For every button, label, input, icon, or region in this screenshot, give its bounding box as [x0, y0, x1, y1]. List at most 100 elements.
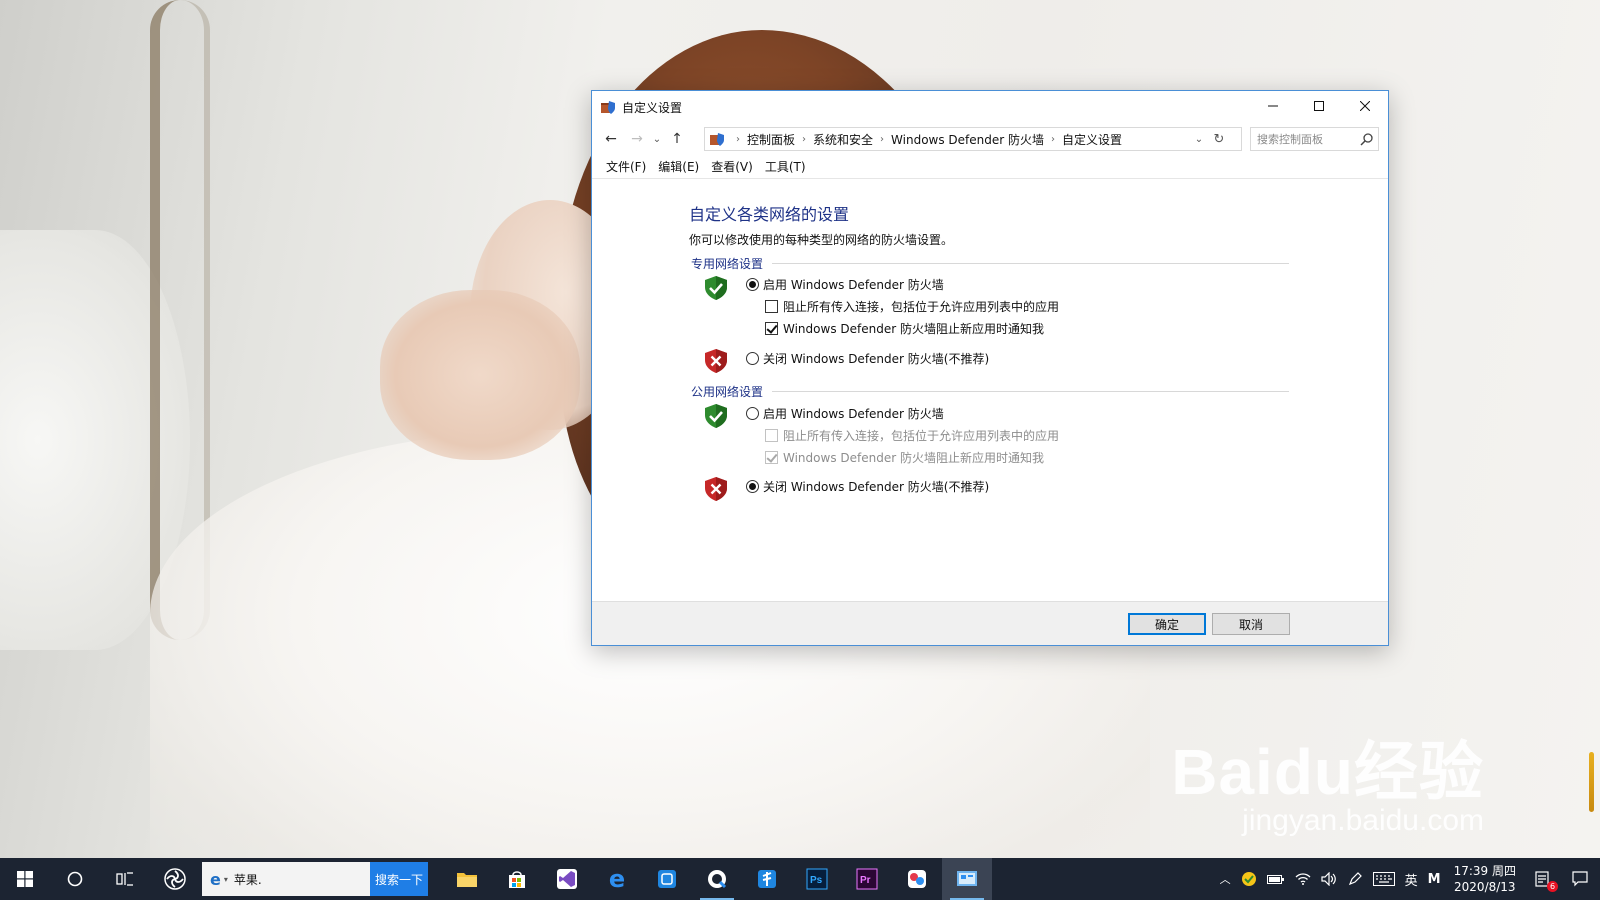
private-notify-checkbox[interactable]: Windows Defender 防火墙阻止新应用时通知我 — [765, 320, 1044, 337]
touch-keyboard-button[interactable] — [1368, 858, 1400, 900]
taskbar-control-panel[interactable] — [942, 858, 992, 900]
start-button[interactable] — [0, 858, 50, 900]
public-notify-checkbox: Windows Defender 防火墙阻止新应用时通知我 — [765, 449, 1044, 466]
store-bag-icon — [509, 871, 525, 888]
pinned-app-button[interactable] — [150, 858, 200, 900]
divider — [772, 263, 1289, 264]
chevron-right-icon[interactable]: › — [1051, 134, 1055, 145]
radio-button[interactable] — [746, 278, 759, 291]
private-enable-label: 启用 Windows Defender 防火墙 — [763, 278, 944, 292]
address-toolbar: ← → ⌄ ↑ › 控制面板 › 系统和安全 › Windows Defende… — [592, 123, 1388, 155]
cancel-button[interactable]: 取消 — [1212, 613, 1290, 635]
taskbar-search-box[interactable]: e ▾ 苹果. — [202, 862, 370, 896]
show-hidden-icons-button[interactable]: ︿ — [1215, 858, 1236, 900]
wifi-icon — [1295, 873, 1311, 885]
radio-button[interactable] — [746, 480, 759, 493]
taskbar-app-6[interactable] — [692, 858, 742, 900]
private-disable-radio[interactable]: 关闭 Windows Defender 防火墙(不推荐) — [746, 350, 989, 367]
menu-tools[interactable]: 工具(T) — [759, 156, 812, 177]
taskbar-search-text[interactable]: 苹果. — [234, 871, 262, 888]
tray-app-button[interactable] — [1236, 858, 1262, 900]
clock-time: 17:39 周四 — [1453, 864, 1516, 878]
private-notify-label: Windows Defender 防火墙阻止新应用时通知我 — [783, 322, 1044, 336]
menu-file[interactable]: 文件(F) — [600, 156, 652, 177]
breadcrumb-custom-settings[interactable]: 自定义设置 — [1062, 131, 1122, 148]
menu-edit[interactable]: 编辑(E) — [652, 156, 705, 177]
chevron-down-icon: ⌄ — [652, 133, 662, 145]
taskbar-store[interactable] — [492, 858, 542, 900]
up-button[interactable]: ↑ — [664, 127, 690, 151]
taskbar-search-button[interactable]: 搜索一下 — [370, 862, 428, 896]
refresh-button[interactable]: ⌄ — [1189, 127, 1209, 151]
taskbar-premiere[interactable]: Pr — [842, 858, 892, 900]
app-icon — [908, 870, 926, 888]
firewall-app-icon — [601, 101, 615, 114]
checkbox[interactable] — [765, 322, 778, 335]
system-tray: ︿ 英 M 17:39 周四 2020/8/13 6 — [1215, 858, 1600, 900]
maximize-icon — [1314, 101, 1324, 111]
breadcrumb-system-security[interactable]: 系统和安全 — [813, 131, 873, 148]
menu-view[interactable]: 查看(V) — [705, 156, 759, 177]
svg-text:Ps: Ps — [810, 875, 823, 886]
radio-button[interactable] — [746, 407, 759, 420]
taskbar-photoshop[interactable]: Ps — [792, 858, 842, 900]
chevron-right-icon[interactable]: › — [802, 134, 806, 145]
minimize-button[interactable] — [1250, 91, 1296, 121]
control-panel-icon — [710, 133, 724, 146]
public-block-all-label: 阻止所有传入连接，包括位于允许应用列表中的应用 — [783, 429, 1060, 443]
watermark-brand: Baidu经验 — [1171, 736, 1484, 808]
taskbar-app-7[interactable] — [742, 858, 792, 900]
public-disable-radio[interactable]: 关闭 Windows Defender 防火墙(不推荐) — [746, 478, 989, 495]
security-shield-icon — [1241, 872, 1256, 886]
folder-icon — [457, 873, 477, 887]
radio-button[interactable] — [746, 352, 759, 365]
window-title: 自定义设置 — [622, 100, 683, 115]
control-panel-icon — [957, 871, 977, 886]
taskbar-file-explorer[interactable] — [442, 858, 492, 900]
volume-button[interactable] — [1316, 858, 1342, 900]
address-bar[interactable]: › 控制面板 › 系统和安全 › Windows Defender 防火墙 › … — [704, 127, 1242, 151]
taskbar-app-5[interactable] — [642, 858, 692, 900]
notification-app-button[interactable]: 6 — [1524, 858, 1560, 900]
taskbar-visual-studio[interactable] — [542, 858, 592, 900]
search-icon[interactable] — [1360, 132, 1374, 146]
arrow-right-icon: → — [631, 131, 643, 147]
chevron-down-icon: ⌄ — [1194, 133, 1204, 145]
chevron-right-icon[interactable]: › — [880, 134, 884, 145]
side-scroll-indicator — [1589, 752, 1594, 812]
ime-mode-button[interactable]: M — [1423, 858, 1446, 900]
title-bar[interactable]: 自定义设置 — [592, 91, 1388, 123]
premiere-icon: Pr — [856, 868, 878, 890]
battery-button[interactable] — [1262, 858, 1290, 900]
action-center-button[interactable] — [1560, 858, 1600, 900]
forward-button[interactable]: → — [624, 127, 650, 151]
taskbar-app-10[interactable] — [892, 858, 942, 900]
search-input[interactable] — [1257, 132, 1355, 146]
task-view-button[interactable] — [100, 858, 150, 900]
ime-language-button[interactable]: 英 — [1400, 858, 1423, 900]
private-block-all-checkbox[interactable]: 阻止所有传入连接，包括位于允许应用列表中的应用 — [765, 298, 1059, 315]
notification-badge: 6 — [1547, 881, 1558, 892]
refresh-button[interactable]: ↻ — [1209, 127, 1229, 151]
breadcrumb-firewall[interactable]: Windows Defender 防火墙 — [891, 131, 1044, 148]
checkbox[interactable] — [765, 300, 778, 313]
pen-button[interactable] — [1342, 858, 1368, 900]
checkbox — [765, 429, 778, 442]
taskbar-edge[interactable]: e — [592, 858, 642, 900]
clock[interactable]: 17:39 周四 2020/8/13 — [1446, 863, 1524, 895]
search-box — [1250, 127, 1379, 151]
ok-button[interactable]: 确定 — [1128, 613, 1206, 635]
breadcrumb-control-panel[interactable]: 控制面板 — [747, 131, 795, 148]
network-button[interactable] — [1290, 858, 1316, 900]
recent-locations-button[interactable]: ⌄ — [650, 134, 664, 145]
back-button[interactable]: ← — [598, 127, 624, 151]
maximize-button[interactable] — [1296, 91, 1342, 121]
app-icon — [708, 870, 727, 889]
close-button[interactable] — [1342, 91, 1388, 121]
cortana-button[interactable] — [50, 858, 100, 900]
app-icon — [658, 870, 676, 888]
public-enable-radio[interactable]: 启用 Windows Defender 防火墙 — [746, 405, 944, 422]
refresh-icon: ↻ — [1213, 131, 1225, 147]
private-enable-radio[interactable]: 启用 Windows Defender 防火墙 — [746, 276, 944, 293]
cortana-circle-icon — [67, 871, 83, 887]
